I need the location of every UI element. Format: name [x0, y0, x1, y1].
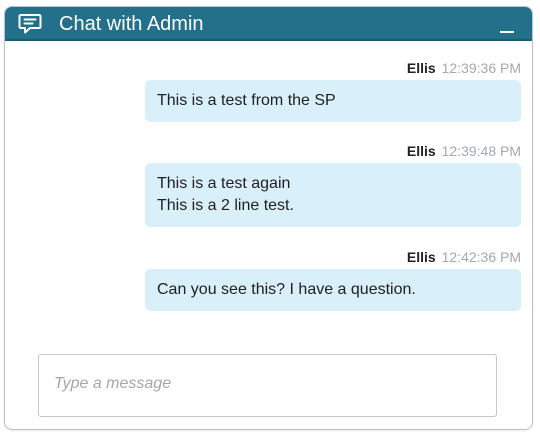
message-time: 12:39:36 PM [441, 60, 521, 76]
message-meta: Ellis 12:39:48 PM [407, 142, 521, 160]
message-text: This is a test from the SP [157, 92, 336, 109]
chat-title: Chat with Admin [59, 13, 204, 35]
message-sender: Ellis [406, 60, 436, 76]
message-text: This is a test again [157, 175, 291, 192]
message-sender: Ellis [406, 143, 436, 159]
minimize-icon [500, 31, 514, 33]
message-bubble: This is a test from the SP [145, 80, 521, 122]
message-bubble: Can you see this? I have a question. [145, 269, 521, 311]
message-time: 12:42:36 PM [441, 249, 521, 265]
chat-header: Chat with Admin [5, 7, 532, 41]
message-bubble: This is a test again This is a 2 line te… [145, 163, 521, 227]
message-composer [38, 354, 497, 417]
message-sender: Ellis [406, 249, 436, 265]
chat-bubble-icon [18, 13, 42, 35]
chat-window: Chat with Admin Ellis 12:39:36 PM This i… [4, 6, 533, 430]
minimize-button[interactable] [496, 13, 518, 35]
message-time: 12:39:48 PM [441, 143, 521, 159]
message-input[interactable] [39, 355, 496, 416]
message-text: Can you see this? I have a question. [157, 281, 416, 298]
message-text: This is a 2 line test. [157, 197, 294, 214]
message-meta: Ellis 12:42:36 PM [407, 248, 521, 266]
message-meta: Ellis 12:39:36 PM [407, 59, 521, 77]
